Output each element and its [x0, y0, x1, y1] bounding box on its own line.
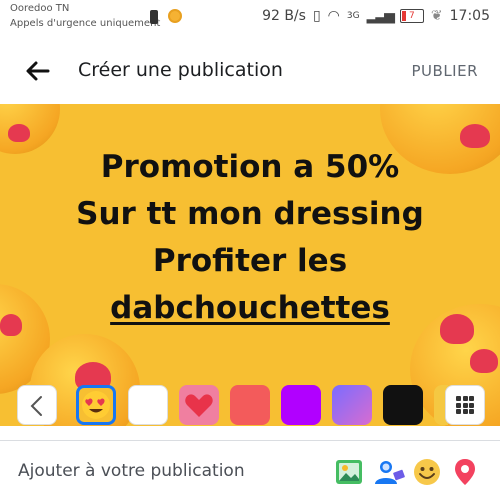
all-backgrounds-button[interactable]	[445, 385, 485, 425]
photo-icon[interactable]	[334, 457, 364, 487]
heart-icon	[185, 394, 213, 417]
leaf-icon: ❦	[430, 8, 443, 24]
status-bar: Ooredoo TN Appels d'urgence uniquement 9…	[0, 0, 500, 38]
sim-alert-icon	[150, 10, 158, 24]
post-background[interactable]: Promotion a 50% Sur tt mon dressing Prof…	[0, 104, 500, 426]
vibrate-icon: ▯	[312, 8, 321, 24]
post-text-line: Sur tt mon dressing	[76, 196, 424, 232]
post-text-line: dabchouchettes	[110, 290, 390, 326]
post-text-line: Promotion a 50%	[100, 149, 400, 185]
collapse-backgrounds-button[interactable]	[17, 385, 57, 425]
app-header: Créer une publication PUBLIER	[0, 38, 500, 104]
page-title: Créer une publication	[78, 59, 283, 81]
notification-coin-icon	[168, 9, 182, 23]
clock: 17:05	[449, 8, 490, 24]
carrier-name: Ooredoo TN	[10, 3, 70, 14]
network-type: 3G	[346, 11, 360, 21]
publish-button[interactable]: PUBLIER	[412, 62, 479, 80]
battery-icon: 7	[399, 9, 424, 23]
network-speed: 92 B/s	[262, 8, 306, 24]
tag-people-icon[interactable]	[373, 457, 405, 487]
battery-level: 7	[409, 11, 415, 21]
background-black-swatch[interactable]	[383, 385, 423, 425]
heart-icon	[8, 124, 30, 142]
add-to-post-bar[interactable]: Ajouter à votre publication	[0, 440, 500, 501]
background-picker	[0, 383, 500, 427]
heart-eyes-emoji-icon	[82, 391, 110, 419]
feeling-emoji-icon[interactable]	[412, 457, 442, 487]
status-indicators: 92 B/s ▯ ◠ 3G ▂▃▅ 7 ❦ 17:05	[262, 8, 490, 24]
post-text-line: Profiter les	[152, 243, 348, 279]
background-purple-swatch[interactable]	[281, 385, 321, 425]
back-arrow-icon[interactable]	[22, 56, 52, 86]
emergency-notice: Appels d'urgence uniquement	[10, 18, 161, 29]
add-to-post-label: Ajouter à votre publication	[18, 461, 245, 481]
background-emoji-swatch[interactable]	[76, 385, 116, 425]
post-text[interactable]: Promotion a 50% Sur tt mon dressing Prof…	[0, 144, 500, 332]
wifi-icon: ◠	[327, 8, 340, 24]
background-gradient-swatch[interactable]	[332, 385, 372, 425]
location-pin-icon[interactable]	[450, 457, 480, 487]
background-red-swatch[interactable]	[230, 385, 270, 425]
background-heart-swatch[interactable]	[179, 385, 219, 425]
chevron-left-icon	[30, 396, 42, 416]
heart-icon	[470, 349, 498, 373]
signal-icon: ▂▃▅	[366, 8, 395, 24]
grid-icon	[456, 396, 474, 414]
background-white-swatch[interactable]	[128, 385, 168, 425]
